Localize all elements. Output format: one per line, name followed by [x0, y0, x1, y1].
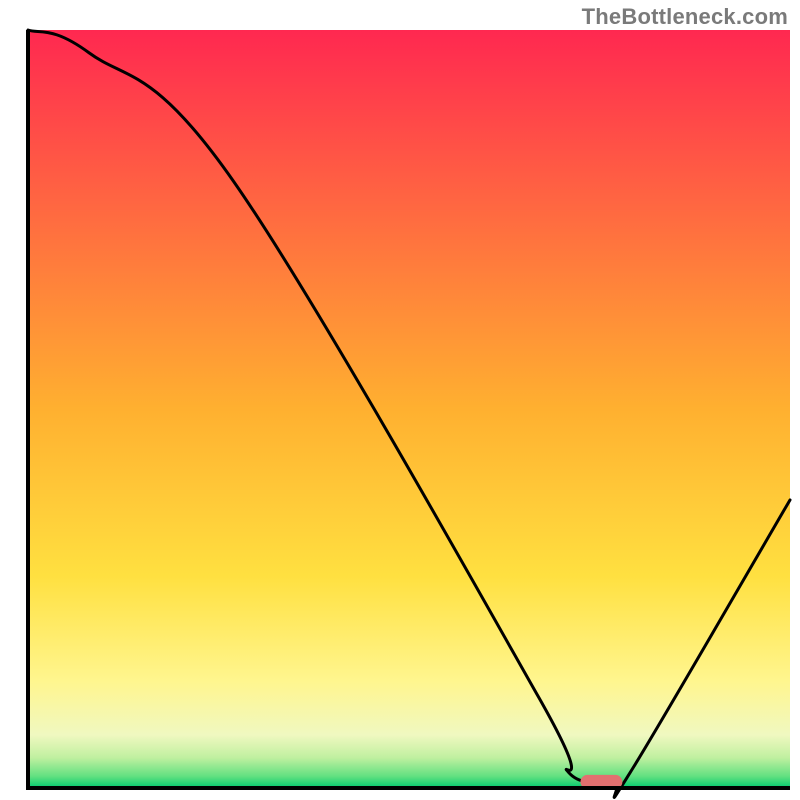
watermark-text: TheBottleneck.com [582, 4, 788, 30]
bottleneck-chart: TheBottleneck.com [0, 0, 800, 800]
chart-svg [0, 0, 800, 800]
gradient-background [28, 30, 790, 788]
